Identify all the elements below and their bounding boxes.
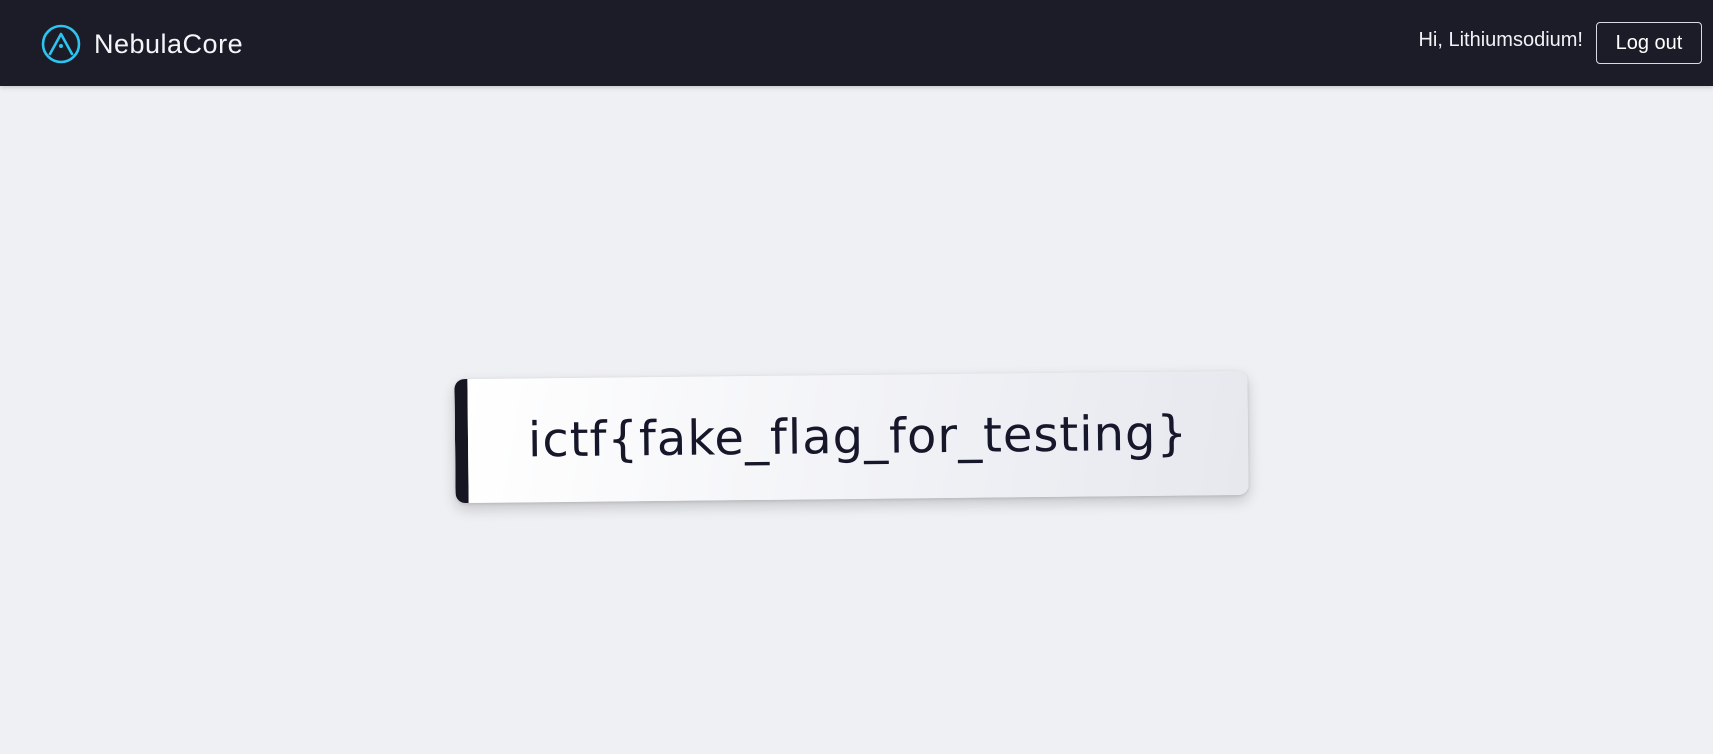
brand-name: NebulaCore [94,28,244,59]
brand-link[interactable]: NebulaCore [40,23,243,65]
flag-text: ictf{fake_flag_for_testing} [527,405,1189,469]
flag-card: ictf{fake_flag_for_testing} [454,370,1249,504]
logout-button[interactable]: Log out [1596,22,1702,64]
user-greeting: Hi, Lithiumsodium! [1418,29,1583,51]
nebula-peak-icon [41,24,81,64]
main-content: ictf{fake_flag_for_testing} [0,86,1713,754]
top-navbar: NebulaCore Hi, Lithiumsodium! Log out [0,0,1713,86]
